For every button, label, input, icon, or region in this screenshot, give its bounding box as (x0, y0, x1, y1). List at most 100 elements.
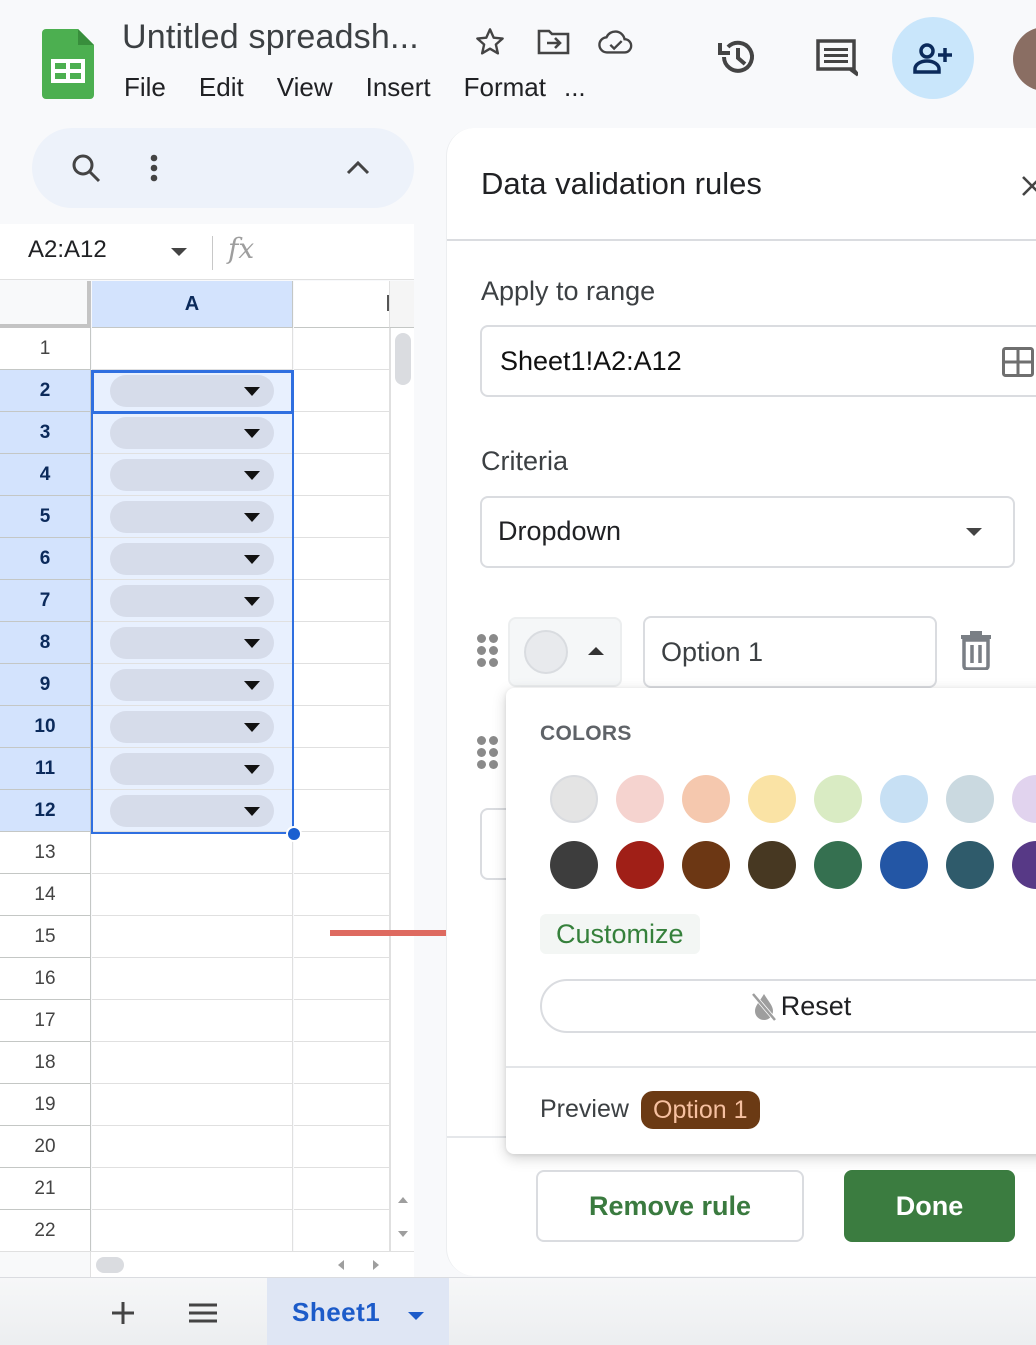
name-box-dropdown-icon[interactable] (171, 248, 187, 256)
scroll-down-arrow-icon[interactable] (398, 1231, 408, 1237)
color-swatch-light-3[interactable] (682, 775, 730, 823)
dropdown-chip[interactable] (110, 501, 274, 533)
dropdown-chip[interactable] (110, 669, 274, 701)
cell-a21[interactable] (92, 1168, 293, 1210)
color-swatch-light-2[interactable] (616, 775, 664, 823)
row-header[interactable]: 10 (0, 706, 91, 748)
cell-a2[interactable] (92, 370, 293, 412)
cell-b16[interactable] (294, 958, 390, 1000)
dropdown-chip[interactable] (110, 753, 274, 785)
cell-b19[interactable] (294, 1084, 390, 1126)
cell-b10[interactable] (294, 706, 390, 748)
dropdown-chip[interactable] (110, 375, 274, 407)
row-header[interactable]: 15 (0, 916, 91, 958)
horizontal-scroll-thumb[interactable] (96, 1257, 124, 1273)
all-sheets-button[interactable] (186, 1296, 220, 1330)
color-swatch-dark-4[interactable] (748, 841, 796, 889)
row-header[interactable]: 18 (0, 1042, 91, 1084)
row-header[interactable]: 19 (0, 1084, 91, 1126)
color-swatch-light-5[interactable] (814, 775, 862, 823)
star-icon[interactable] (472, 24, 508, 60)
cell-a17[interactable] (92, 1000, 293, 1042)
color-swatch-light-8[interactable] (1012, 775, 1036, 823)
color-swatch-light-6[interactable] (880, 775, 928, 823)
row-header[interactable]: 17 (0, 1000, 91, 1042)
menu-more[interactable]: ... (564, 72, 586, 103)
version-history-icon[interactable] (714, 33, 762, 81)
dropdown-chip[interactable] (110, 627, 274, 659)
cell-b12[interactable] (294, 790, 390, 832)
criteria-select[interactable]: Dropdown (480, 496, 1015, 568)
cell-a6[interactable] (92, 538, 293, 580)
cell-a7[interactable] (92, 580, 293, 622)
option-1-input[interactable]: Option 1 (643, 616, 937, 688)
scroll-right-arrow-icon[interactable] (373, 1260, 379, 1270)
document-title[interactable]: Untitled spreadsh... (122, 18, 419, 57)
chevron-up-icon[interactable] (338, 148, 378, 188)
cell-b2[interactable] (294, 370, 390, 412)
select-all-corner[interactable] (0, 281, 91, 328)
menu-file[interactable]: File (124, 72, 166, 103)
color-swatch-dark-8[interactable] (1012, 841, 1036, 889)
cell-a16[interactable] (92, 958, 293, 1000)
done-button[interactable]: Done (844, 1170, 1015, 1242)
color-swatch-light-7[interactable] (946, 775, 994, 823)
cell-b4[interactable] (294, 454, 390, 496)
cell-a5[interactable] (92, 496, 293, 538)
row-header[interactable]: 21 (0, 1168, 91, 1210)
row-header[interactable]: 4 (0, 454, 91, 496)
google-sheets-logo[interactable] (42, 29, 94, 99)
color-swatch-dark-6[interactable] (880, 841, 928, 889)
row-header[interactable]: 7 (0, 580, 91, 622)
color-swatch-light-4[interactable] (748, 775, 796, 823)
cell-a22[interactable] (92, 1210, 293, 1252)
customize-button[interactable]: Customize (540, 914, 700, 954)
row-header[interactable]: 14 (0, 874, 91, 916)
row-header[interactable]: 6 (0, 538, 91, 580)
row-header[interactable]: 9 (0, 664, 91, 706)
vertical-scrollbar[interactable] (390, 328, 414, 1251)
dropdown-chip[interactable] (110, 711, 274, 743)
cell-b9[interactable] (294, 664, 390, 706)
cell-a8[interactable] (92, 622, 293, 664)
option-color-button[interactable] (508, 617, 622, 687)
dropdown-chip[interactable] (110, 585, 274, 617)
horizontal-scrollbar[interactable] (0, 1251, 414, 1278)
cell-b18[interactable] (294, 1042, 390, 1084)
cell-b15[interactable] (294, 916, 390, 958)
remove-rule-button[interactable]: Remove rule (536, 1170, 804, 1242)
cell-a1[interactable] (92, 328, 293, 370)
column-header-a[interactable]: A (92, 281, 293, 328)
select-range-icon[interactable] (1002, 347, 1034, 377)
delete-option-icon[interactable] (959, 630, 993, 670)
cloud-saved-icon[interactable] (598, 24, 634, 60)
cell-a13[interactable] (92, 832, 293, 874)
row-header[interactable]: 1 (0, 328, 91, 370)
color-swatch-dark-3[interactable] (682, 841, 730, 889)
cell-b1[interactable] (294, 328, 390, 370)
color-swatch-dark-5[interactable] (814, 841, 862, 889)
scroll-left-arrow-icon[interactable] (338, 1260, 344, 1270)
cell-a18[interactable] (92, 1042, 293, 1084)
row-header[interactable]: 3 (0, 412, 91, 454)
drag-handle-icon[interactable] (477, 736, 499, 772)
color-swatch-dark-2[interactable] (616, 841, 664, 889)
cell-b3[interactable] (294, 412, 390, 454)
vertical-scroll-thumb[interactable] (395, 333, 411, 385)
color-swatch-dark-7[interactable] (946, 841, 994, 889)
cell-a15[interactable] (92, 916, 293, 958)
cell-b11[interactable] (294, 748, 390, 790)
color-swatch-light-1[interactable] (550, 775, 598, 823)
comments-icon[interactable] (812, 33, 860, 81)
dropdown-chip[interactable] (110, 543, 274, 575)
cell-a11[interactable] (92, 748, 293, 790)
cell-a19[interactable] (92, 1084, 293, 1126)
row-header[interactable]: 12 (0, 790, 91, 832)
cell-b22[interactable] (294, 1210, 390, 1252)
cell-b17[interactable] (294, 1000, 390, 1042)
dropdown-chip[interactable] (110, 417, 274, 449)
row-header[interactable]: 5 (0, 496, 91, 538)
row-header[interactable]: 11 (0, 748, 91, 790)
column-header-b[interactable] (294, 281, 390, 328)
row-header[interactable]: 16 (0, 958, 91, 1000)
